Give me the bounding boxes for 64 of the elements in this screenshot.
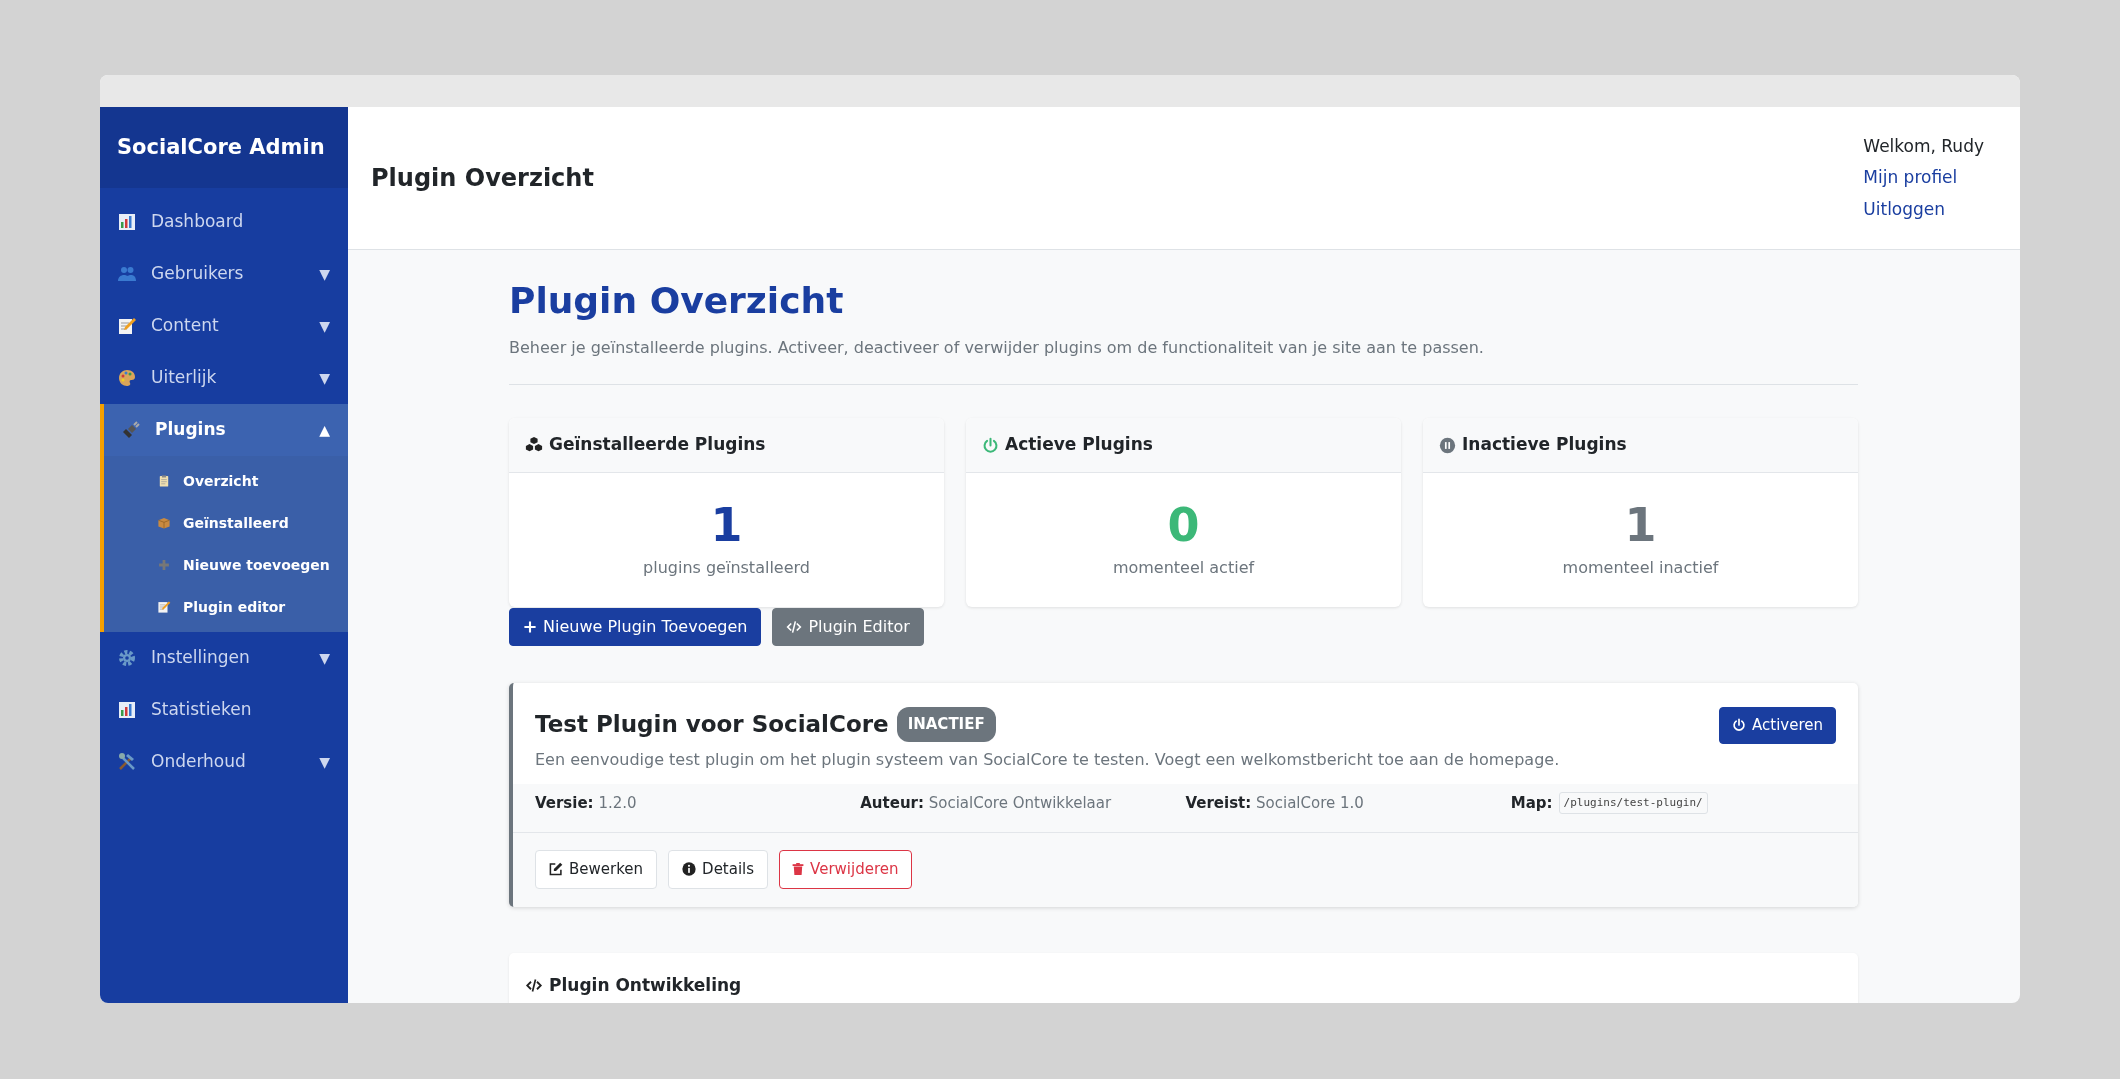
card-title: Inactieve Plugins xyxy=(1462,433,1627,457)
code-icon xyxy=(525,977,543,993)
stat-caption: plugins geïnstalleerd xyxy=(643,557,810,580)
submenu-item[interactable]: Overzicht xyxy=(104,460,348,502)
sidebar-item[interactable]: Instellingen ▼ xyxy=(100,632,348,684)
sidebar-item[interactable]: Dashboard xyxy=(100,196,348,248)
meta-text: Versie: 1.2.0 xyxy=(535,792,637,814)
folder-path: /plugins/test-plugin/ xyxy=(1558,791,1708,815)
stat-number: 1 xyxy=(710,499,743,551)
add-plugin-button[interactable]: Nieuwe Plugin Toevoegen xyxy=(509,608,762,647)
trash-icon xyxy=(792,862,805,877)
power-icon xyxy=(982,436,999,454)
plug-icon xyxy=(121,420,141,440)
sidebar-item[interactable]: Content ▼ xyxy=(100,300,348,352)
plus-icon xyxy=(157,558,171,572)
card-title: Actieve Plugins xyxy=(1005,433,1153,457)
editor-button[interactable]: Plugin Editor xyxy=(772,608,924,647)
card-title: Plugin Ontwikkeling xyxy=(549,973,742,997)
edit-icon xyxy=(549,862,563,877)
power-icon xyxy=(1732,718,1746,733)
info-icon xyxy=(682,862,697,877)
intro-text: Beheer je geïnstalleerde plugins. Activeer, deactiveer of verwijder plugins om de functionaliteit van je site aan te passen. xyxy=(509,337,1485,360)
submenu-item[interactable]: Nieuwe toevoegen xyxy=(104,544,348,586)
tools-icon xyxy=(117,752,137,772)
status-badge: INACTIEF xyxy=(896,707,996,742)
plugin-name: Test Plugin voor SocialCore xyxy=(535,710,889,740)
submenu-item[interactable]: Geïnstalleerd xyxy=(104,502,348,544)
welcome-text: Welkom, Rudy xyxy=(1863,134,1984,158)
edit-button[interactable]: Bewerken xyxy=(535,850,658,889)
clipboard-icon xyxy=(157,474,171,488)
page-header-title: Plugin Overzicht xyxy=(371,163,594,193)
sidebar-item[interactable]: Uiterlijk ▼ xyxy=(100,352,348,404)
stat-number: 1 xyxy=(1624,499,1657,551)
code-icon xyxy=(786,620,803,635)
sidebar-item[interactable]: Gebruikers ▼ xyxy=(100,248,348,300)
activate-button[interactable]: Activeren xyxy=(1719,707,1836,744)
submenu-item[interactable]: Plugin editor xyxy=(104,586,348,628)
gear-icon xyxy=(117,648,137,668)
stat-number: 0 xyxy=(1167,499,1200,551)
bar-chart-icon xyxy=(117,700,137,720)
notepad-pencil-icon xyxy=(117,316,137,336)
plus-icon xyxy=(523,620,537,635)
sidebar-item[interactable]: Plugins ▲ xyxy=(100,404,348,456)
brand-title: SocialCore Admin xyxy=(117,133,325,161)
bar-chart-icon xyxy=(117,212,137,232)
meta-text: Vereist: SocialCore 1.0 xyxy=(1185,792,1364,814)
box-icon xyxy=(157,516,171,530)
notepad-pencil-icon xyxy=(157,600,171,614)
pause-icon xyxy=(1439,436,1456,454)
user-link[interactable]: Mijn profiel xyxy=(1863,165,1984,191)
info-button[interactable]: Details xyxy=(668,850,769,889)
stat-caption: momenteel inactief xyxy=(1562,557,1719,580)
people-icon xyxy=(117,264,137,284)
page-title: Plugin Overzicht xyxy=(509,279,845,323)
sidebar-item[interactable]: Statistieken xyxy=(100,684,348,736)
card-title: Geïnstalleerde Plugins xyxy=(549,433,766,457)
plugin-description: Een eenvoudige test plugin om het plugin systeem van SocialCore te testen. Voegt een welkomstbericht toe aan de homepage. xyxy=(535,748,1560,771)
stat-caption: momenteel actief xyxy=(1112,557,1255,580)
palette-icon xyxy=(117,368,137,388)
user-link[interactable]: Uitloggen xyxy=(1863,196,1984,223)
delete-button[interactable]: Verwijderen xyxy=(779,850,912,889)
meta-label: Map: xyxy=(1510,792,1553,814)
sidebar-item[interactable]: Onderhoud ▼ xyxy=(100,736,348,788)
meta-text: Auteur: SocialCore Ontwikkelaar xyxy=(860,792,1112,814)
